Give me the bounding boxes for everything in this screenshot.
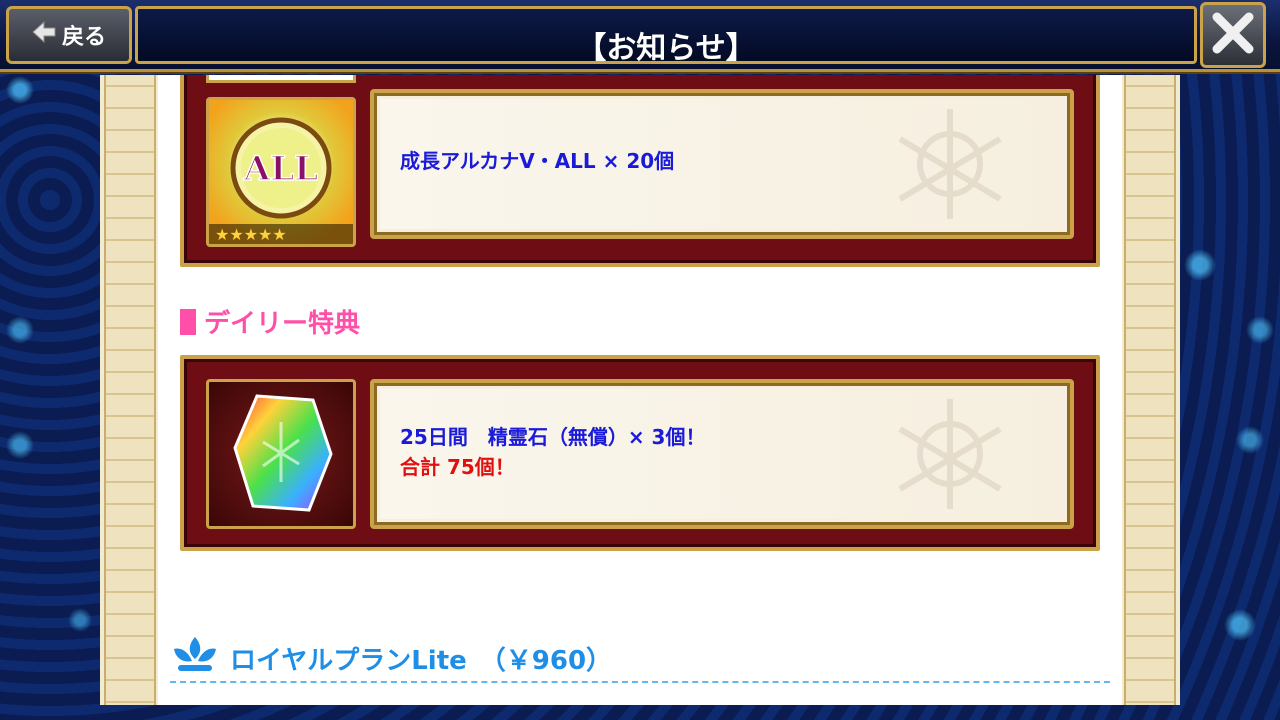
reward-box-daily: 25日間 精霊石（無償）× 3個！ 合計 75個！	[370, 379, 1074, 529]
title-plate: 【お知らせ】	[135, 6, 1197, 66]
reward-frame-growth: ALL ★★★★★ 成長アルカナV・ALL × 20個	[180, 75, 1100, 267]
snowflake-decoration	[898, 399, 1002, 509]
back-button[interactable]: 戻る	[6, 6, 132, 64]
close-icon	[1211, 11, 1255, 59]
all-arcana-icon: ALL ★★★★★	[206, 97, 356, 247]
notice-panel: ALL ★★★★★ 成長アルカナV・ALL × 20個 デイリー特典 25日間 …	[100, 75, 1180, 705]
header-bar: 【お知らせ】 戻る	[0, 0, 1280, 72]
back-arrow-icon	[32, 20, 56, 49]
reward-text-growth: 成長アルカナV・ALL × 20個	[400, 149, 675, 173]
spirit-stone-icon	[206, 379, 356, 529]
reward-frame-daily: 25日間 精霊石（無償）× 3個！ 合計 75個！	[180, 355, 1100, 551]
svg-text:★★★★★: ★★★★★	[215, 225, 287, 244]
daily-bonus-title: デイリー特典	[204, 309, 361, 339]
reward-box-growth: 成長アルカナV・ALL × 20個	[370, 89, 1074, 239]
page-title: 【お知らせ】	[576, 31, 756, 66]
snowflake-decoration	[898, 109, 1002, 219]
plan-title: ロイヤルプランLite （￥960）	[230, 646, 613, 676]
back-button-label: 戻る	[61, 25, 106, 50]
right-rail	[1124, 75, 1176, 705]
scroll-content[interactable]: ALL ★★★★★ 成長アルカナV・ALL × 20個 デイリー特典 25日間 …	[158, 75, 1122, 705]
close-button[interactable]	[1200, 2, 1266, 68]
svg-text:ALL: ALL	[243, 149, 318, 189]
royal-plan-lite-heading: ロイヤルプランLite （￥960）	[170, 635, 612, 682]
section-divider	[170, 681, 1110, 683]
previous-item-stub	[206, 75, 356, 83]
daily-bonus-heading: デイリー特典	[180, 303, 360, 340]
fleur-icon	[170, 635, 220, 682]
pink-marker-icon	[180, 308, 196, 335]
reward-text-daily-line2: 合計 75個！	[400, 455, 515, 479]
reward-text-daily-line1: 25日間 精霊石（無償）× 3個！	[400, 425, 706, 449]
left-rail	[104, 75, 156, 705]
